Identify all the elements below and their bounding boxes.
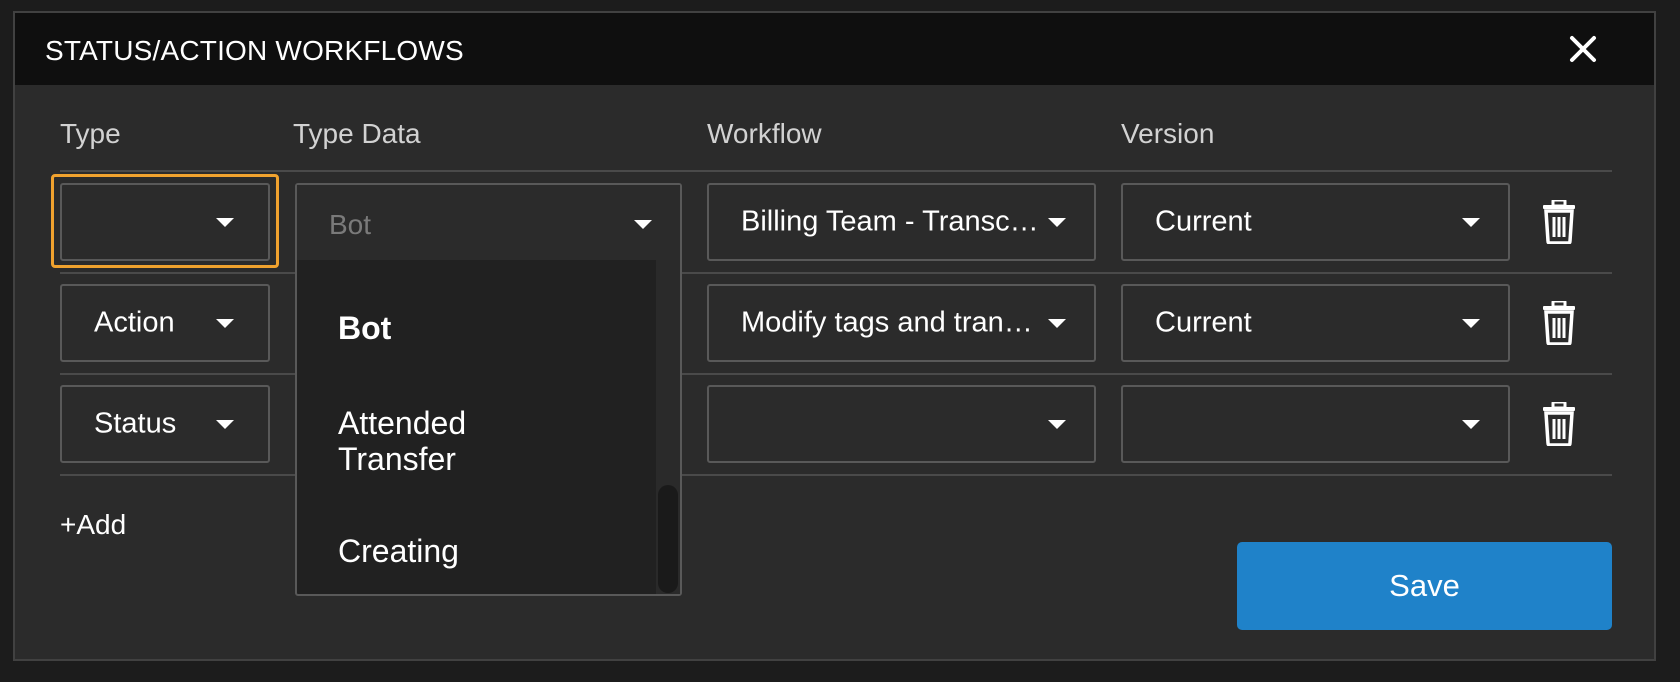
row-1-version-select[interactable]: Current [1121,183,1510,261]
row-2-version-select[interactable]: Current [1121,284,1510,362]
type-data-dropdown[interactable]: Bot Bot Attended Transfer Creating [295,183,682,596]
save-button[interactable]: Save [1237,542,1612,630]
type-data-select[interactable]: Bot [297,185,680,260]
row-2-version-value: Current [1155,306,1252,339]
row-divider [60,170,1612,172]
dialog-title: STATUS/ACTION WORKFLOWS [45,35,464,66]
chevron-down-icon [1048,420,1066,429]
row-2-workflow-select[interactable]: Modify tags and tran… [707,284,1096,362]
column-header-workflow: Workflow [707,118,822,149]
dropdown-option-creating[interactable]: Creating [338,533,459,569]
row-2-trash-icon[interactable] [1541,301,1577,345]
row-2-workflow-value: Modify tags and tran… [741,306,1033,339]
chevron-down-icon [216,420,234,429]
close-icon[interactable] [1568,34,1598,64]
row-divider [60,373,1612,375]
row-2-type-select[interactable]: Action [60,284,270,362]
row-divider [60,474,1612,476]
column-header-version: Version [1121,118,1215,149]
dropdown-option-line: Attended [338,405,467,441]
row-3-version-select[interactable] [1121,385,1510,463]
dropdown-option-line: Transfer [338,441,456,477]
dropdown-option-attended-transfer[interactable]: Attended Transfer [338,405,466,477]
row-3-workflow-select[interactable] [707,385,1096,463]
row-1-trash-icon[interactable] [1541,200,1577,244]
chevron-down-icon [1462,319,1480,328]
row-divider [60,272,1612,274]
type-data-value: Bot [329,209,372,240]
row-1-workflow-select[interactable]: Billing Team - Transc… [707,183,1096,261]
chevron-down-icon [634,220,652,229]
column-header-type-data: Type Data [293,118,421,149]
column-header-type: Type [60,118,121,149]
row-3-type-value: Status [94,407,177,440]
row-2-type-value: Action [94,306,175,339]
row-3-trash-icon[interactable] [1541,402,1577,446]
row-1-workflow-value: Billing Team - Transc… [741,205,1039,238]
chevron-down-icon [1462,218,1480,227]
chevron-down-icon [1048,319,1066,328]
row-1-type-select[interactable] [60,183,270,261]
chevron-down-icon [216,218,234,227]
row-1-version-value: Current [1155,205,1252,238]
row-3-type-select[interactable]: Status [60,385,270,463]
chevron-down-icon [1048,218,1066,227]
chevron-down-icon [216,319,234,328]
dropdown-scrollbar-thumb[interactable] [658,485,678,593]
dropdown-option-bot[interactable]: Bot [338,310,391,346]
chevron-down-icon [1462,420,1480,429]
dialog-titlebar: STATUS/ACTION WORKFLOWS [15,13,1654,85]
add-row-link[interactable]: +Add [60,509,126,541]
